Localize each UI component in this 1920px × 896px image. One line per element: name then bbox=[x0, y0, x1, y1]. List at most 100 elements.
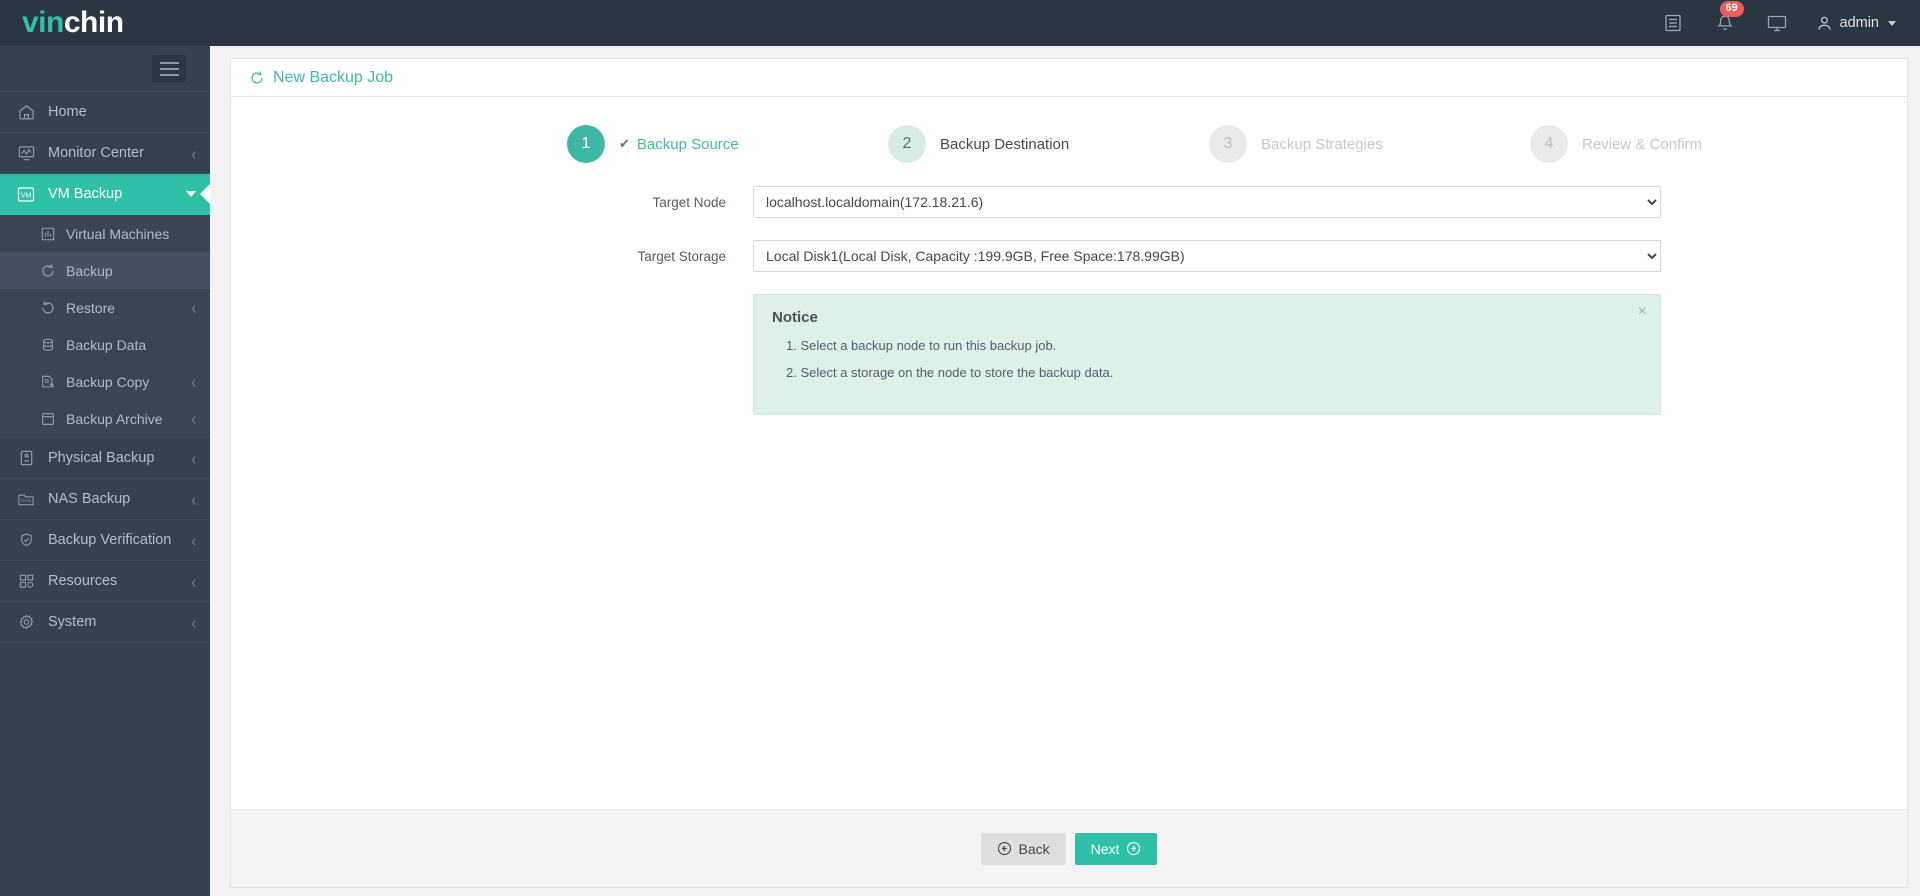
user-icon bbox=[1816, 15, 1833, 32]
step-number: 3 bbox=[1209, 125, 1247, 163]
sidebar-submenu-vm-backup: Virtual Machines Backup Restore ‹ Backup… bbox=[0, 215, 210, 437]
sidebar-item-restore[interactable]: Restore ‹ bbox=[0, 289, 210, 326]
arrow-right-circle-icon bbox=[1126, 841, 1141, 856]
step-number: 4 bbox=[1530, 125, 1568, 163]
target-node-select[interactable]: localhost.localdomain(172.18.21.6) bbox=[753, 186, 1661, 218]
notice-box: × Notice 1. Select a backup node to run … bbox=[753, 294, 1661, 415]
sidebar-item-backup-copy[interactable]: Backup Copy ‹ bbox=[0, 363, 210, 400]
new-backup-job-panel: New Backup Job 1 ✔ Backup Source 2 Backu… bbox=[230, 58, 1908, 888]
list-icon[interactable] bbox=[1660, 10, 1686, 36]
sidebar-item-label: Physical Backup bbox=[48, 450, 155, 466]
panel-header: New Backup Job bbox=[231, 59, 1907, 97]
step-backup-destination[interactable]: 2 Backup Destination bbox=[888, 125, 1209, 163]
step-backup-source[interactable]: 1 ✔ Backup Source bbox=[567, 125, 888, 163]
vm-icon: VM bbox=[15, 184, 37, 204]
back-button[interactable]: Back bbox=[980, 832, 1066, 865]
brand-logo-part1: vin bbox=[22, 6, 64, 39]
sidebar-item-resources[interactable]: Resources ‹ bbox=[0, 561, 210, 602]
svg-text:NAS: NAS bbox=[21, 498, 31, 504]
refresh-cw-icon bbox=[38, 262, 57, 280]
step-review-confirm[interactable]: 4 Review & Confirm bbox=[1530, 125, 1851, 163]
main-content: New Backup Job 1 ✔ Backup Source 2 Backu… bbox=[210, 46, 1920, 896]
notice-list-item: 1. Select a backup node to run this back… bbox=[786, 338, 1057, 353]
target-storage-select[interactable]: Local Disk1(Local Disk, Capacity :199.9G… bbox=[753, 240, 1661, 272]
chevron-left-icon: ‹ bbox=[191, 142, 196, 164]
sidebar-item-label: VM Backup bbox=[48, 186, 123, 202]
sidebar-item-backup-verification[interactable]: Backup Verification ‹ bbox=[0, 520, 210, 561]
form-row-target-storage: Target Storage Local Disk1(Local Disk, C… bbox=[231, 240, 1907, 272]
sidebar-subitem-label: Backup Data bbox=[66, 336, 147, 353]
copy-icon bbox=[38, 373, 57, 391]
next-button[interactable]: Next bbox=[1074, 832, 1158, 865]
shield-check-icon bbox=[15, 530, 37, 550]
page-title: New Backup Job bbox=[273, 68, 394, 86]
brand-logo-part2: chin bbox=[63, 6, 124, 39]
top-bar: vin chin 69 admin bbox=[0, 0, 1920, 46]
chevron-left-icon: ‹ bbox=[191, 488, 196, 510]
monitor-icon[interactable] bbox=[1764, 10, 1790, 36]
refresh-cw-icon bbox=[249, 70, 265, 86]
sidebar-item-monitor-center[interactable]: Monitor Center ‹ bbox=[0, 133, 210, 174]
check-icon: ✔ bbox=[619, 136, 630, 151]
arrow-left-circle-icon bbox=[997, 841, 1012, 856]
sidebar-item-vm-backup[interactable]: VM VM Backup bbox=[0, 174, 210, 215]
chevron-left-icon: ‹ bbox=[191, 408, 196, 429]
sidebar-subitem-label: Backup Copy bbox=[66, 373, 150, 390]
sidebar-item-system[interactable]: System ‹ bbox=[0, 602, 210, 643]
step-backup-strategies[interactable]: 3 Backup Strategies bbox=[1209, 125, 1530, 163]
user-menu[interactable]: admin bbox=[1816, 15, 1896, 32]
chevron-left-icon: ‹ bbox=[191, 447, 196, 469]
sidebar-item-label: NAS Backup bbox=[48, 491, 131, 507]
menu-toggle-button[interactable] bbox=[152, 55, 186, 82]
sidebar-item-backup[interactable]: Backup bbox=[0, 252, 210, 289]
panel-body: 1 ✔ Backup Source 2 Backup Destination 3… bbox=[231, 97, 1907, 809]
database-icon bbox=[38, 336, 57, 354]
back-button-label: Back bbox=[1018, 840, 1050, 857]
server-icon bbox=[15, 448, 37, 468]
monitor-chart-icon bbox=[15, 143, 37, 163]
step-number: 2 bbox=[888, 125, 926, 163]
sidebar-item-backup-archive[interactable]: Backup Archive ‹ bbox=[0, 400, 210, 437]
sidebar: Home Monitor Center ‹ VM VM Backup Virtu… bbox=[0, 46, 210, 896]
sidebar-toggle-row bbox=[0, 46, 210, 92]
refresh-ccw-icon bbox=[38, 299, 57, 317]
step-label: Review & Confirm bbox=[1582, 135, 1703, 153]
chevron-left-icon: ‹ bbox=[191, 371, 196, 392]
brand-logo[interactable]: vin chin bbox=[0, 0, 210, 46]
close-icon[interactable]: × bbox=[1638, 304, 1647, 320]
sidebar-item-nas-backup[interactable]: NAS NAS Backup ‹ bbox=[0, 479, 210, 520]
gear-icon bbox=[15, 612, 37, 632]
step-label: Backup Strategies bbox=[1261, 135, 1383, 153]
chevron-down-icon bbox=[1888, 20, 1896, 26]
chevron-left-icon: ‹ bbox=[191, 611, 196, 633]
sidebar-subitem-label: Backup Archive bbox=[66, 410, 163, 427]
nas-icon: NAS bbox=[15, 489, 37, 509]
sidebar-item-home[interactable]: Home bbox=[0, 92, 210, 133]
top-bar-actions: 69 admin bbox=[1660, 0, 1920, 46]
sidebar-item-label: Backup Verification bbox=[48, 532, 172, 548]
sidebar-item-label: Resources bbox=[48, 573, 118, 589]
notice-row: × Notice 1. Select a backup node to run … bbox=[231, 294, 1907, 415]
step-number: 1 bbox=[567, 125, 605, 163]
chevron-left-icon: ‹ bbox=[191, 297, 196, 318]
chevron-down-icon bbox=[186, 191, 196, 197]
bell-icon[interactable]: 69 bbox=[1712, 1, 1744, 36]
sidebar-item-virtual-machines[interactable]: Virtual Machines bbox=[0, 215, 210, 252]
chart-box-icon bbox=[38, 225, 57, 243]
sidebar-item-label: Home bbox=[48, 104, 87, 120]
user-name-label: admin bbox=[1839, 15, 1880, 31]
target-storage-label: Target Storage bbox=[637, 248, 726, 264]
wizard-stepper: 1 ✔ Backup Source 2 Backup Destination 3… bbox=[567, 97, 1851, 163]
notice-list-item: 2. Select a storage on the node to store… bbox=[786, 365, 1114, 380]
sidebar-item-backup-data[interactable]: Backup Data bbox=[0, 326, 210, 363]
chevron-left-icon: ‹ bbox=[191, 570, 196, 592]
home-icon bbox=[15, 102, 37, 122]
chevron-left-icon: ‹ bbox=[191, 529, 196, 551]
step-label: Backup Destination bbox=[940, 135, 1070, 153]
sidebar-item-label: System bbox=[48, 614, 97, 630]
grid-icon bbox=[15, 571, 37, 591]
sidebar-item-label: Monitor Center bbox=[48, 145, 144, 161]
step-label-wrap: ✔ Backup Source bbox=[619, 136, 739, 153]
notification-badge: 69 bbox=[1719, 1, 1744, 17]
sidebar-item-physical-backup[interactable]: Physical Backup ‹ bbox=[0, 438, 210, 479]
